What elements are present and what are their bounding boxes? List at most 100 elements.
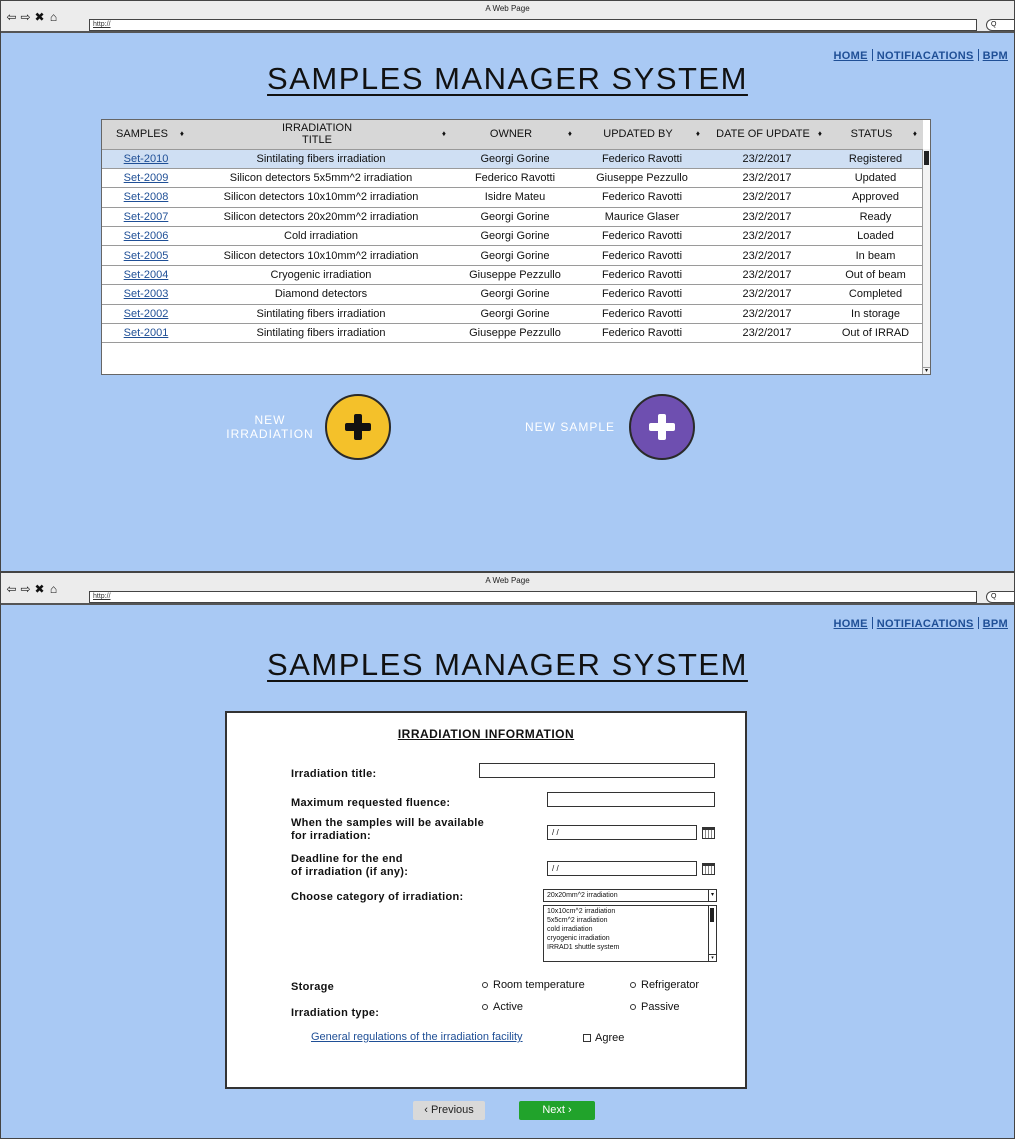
type-passive-radio[interactable]: Passive	[630, 1001, 680, 1013]
sample-link[interactable]: Set-2006	[124, 230, 169, 242]
category-option[interactable]: IRRAD1 shuttle system	[547, 943, 713, 952]
table-row[interactable]: Set-2003 Diamond detectors Georgi Gorine…	[102, 284, 923, 305]
calendar-icon[interactable]	[702, 863, 715, 875]
sort-icon[interactable]: ♦	[180, 129, 184, 138]
category-option[interactable]: cold irradiation	[547, 925, 713, 934]
new-irradiation-button[interactable]	[325, 394, 391, 460]
table-scrollbar[interactable]: ▾	[922, 149, 930, 374]
storage-room-temperature-radio[interactable]: Room temperature	[482, 979, 585, 991]
agree-label: Agree	[595, 1032, 625, 1044]
radio-icon	[630, 982, 636, 988]
home-icon[interactable]: ⌂	[48, 11, 59, 23]
next-button[interactable]: Next ›	[519, 1101, 595, 1120]
scroll-down-icon[interactable]: ▾	[923, 367, 930, 374]
url-input[interactable]: http://	[89, 19, 977, 31]
sort-icon[interactable]: ♦	[568, 129, 572, 138]
table-row[interactable]: Set-2009 Silicon detectors 5x5mm^2 irrad…	[102, 168, 923, 189]
top-nav: HOME NOTIFIACATIONS BPM	[834, 617, 1008, 630]
table-row[interactable]: Set-2008 Silicon detectors 10x10mm^2 irr…	[102, 187, 923, 208]
bpm-link[interactable]: BPM	[983, 618, 1008, 630]
fluence-input[interactable]	[547, 792, 715, 807]
sort-icon[interactable]: ♦	[696, 129, 700, 138]
samples-table: SAMPLES ♦ IRRADIATION TITLE ♦ OWNER ♦ UPDAT…	[101, 119, 931, 375]
table-row[interactable]: Set-2005 Silicon detectors 10x10mm^2 irr…	[102, 245, 923, 266]
table-row[interactable]: Set-2004 Cryogenic irradiation Giuseppe …	[102, 265, 923, 286]
column-header-samples[interactable]: SAMPLES ♦	[102, 120, 190, 150]
sample-link[interactable]: Set-2008	[124, 191, 169, 203]
category-label: Choose category of irradiation:	[291, 891, 464, 903]
owner-cell: Georgi Gorine	[452, 226, 578, 247]
status-cell: Loaded	[828, 226, 923, 247]
sample-cell: Set-2005	[102, 245, 190, 266]
irradiation-title-input[interactable]	[479, 763, 715, 778]
page-title: SAMPLES MANAGER SYSTEM	[1, 647, 1014, 683]
scrollbar-thumb[interactable]	[710, 908, 714, 922]
column-header-title[interactable]: IRRADIATION TITLE ♦	[190, 120, 452, 150]
url-input[interactable]: http://	[89, 591, 977, 603]
column-header-date[interactable]: DATE OF UPDATE ♦	[706, 120, 828, 150]
close-icon[interactable]: ✖	[34, 11, 45, 23]
new-sample-button[interactable]	[629, 394, 695, 460]
home-icon[interactable]: ⌂	[48, 583, 59, 595]
sample-link[interactable]: Set-2004	[124, 269, 169, 281]
close-icon[interactable]: ✖	[34, 583, 45, 595]
scrollbar-thumb[interactable]	[924, 151, 929, 165]
column-header-status[interactable]: STATUS ♦	[828, 120, 923, 150]
search-icon: Q	[991, 593, 997, 600]
new-sample-action[interactable]: NEW SAMPLE	[511, 394, 695, 460]
sort-icon[interactable]: ♦	[913, 129, 917, 138]
listbox-scrollbar[interactable]: ▾	[708, 906, 716, 961]
deadline-label-line2: of irradiation (if any):	[291, 866, 409, 878]
owner-cell: Federico Ravotti	[452, 168, 578, 189]
table-row[interactable]: Set-2001 Sintilating fibers irradiation …	[102, 323, 923, 344]
forward-icon[interactable]: ⇨	[20, 11, 31, 23]
column-header-label: OWNER	[489, 128, 533, 141]
deadline-date-input[interactable]: / /	[547, 861, 697, 876]
agree-checkbox[interactable]: Agree	[583, 1032, 624, 1044]
nav-divider	[977, 617, 979, 629]
sample-link[interactable]: Set-2005	[124, 250, 169, 262]
browser-search-field[interactable]: Q	[986, 591, 1014, 603]
chevron-down-icon[interactable]: ▾	[708, 890, 716, 901]
sort-icon[interactable]: ♦	[818, 129, 822, 138]
sample-link[interactable]: Set-2003	[124, 288, 169, 300]
notifications-link[interactable]: NOTIFIACATIONS	[877, 618, 974, 630]
owner-cell: Georgi Gorine	[452, 149, 578, 169]
column-header-updated-by[interactable]: UPDATED BY ♦	[578, 120, 706, 150]
radio-label: Active	[493, 1001, 523, 1013]
forward-icon[interactable]: ⇨	[20, 583, 31, 595]
column-header-label: DATE OF UPDATE	[716, 128, 810, 141]
table-row[interactable]: Set-2002 Sintilating fibers irradiation …	[102, 304, 923, 325]
home-link[interactable]: HOME	[834, 618, 868, 630]
owner-cell: Georgi Gorine	[452, 284, 578, 305]
table-row[interactable]: Set-2007 Silicon detectors 20x20mm^2 irr…	[102, 207, 923, 228]
sample-link[interactable]: Set-2007	[124, 211, 169, 223]
table-row[interactable]: Set-2006 Cold irradiation Georgi Gorine …	[102, 226, 923, 247]
back-icon[interactable]: ⇦	[6, 11, 17, 23]
new-irradiation-action[interactable]: NEW IRRADIATION	[215, 394, 391, 460]
previous-button[interactable]: ‹ Previous	[413, 1101, 485, 1120]
category-listbox[interactable]: 10x10cm^2 irradiation 5x5cm^2 irradiatio…	[543, 905, 717, 962]
title-cell: Sintilating fibers irradiation	[190, 323, 452, 344]
calendar-icon[interactable]	[702, 827, 715, 839]
scroll-down-icon[interactable]: ▾	[709, 954, 716, 961]
sample-link[interactable]: Set-2010	[124, 153, 169, 165]
category-select[interactable]: 20x20mm^2 irradiation ▾	[543, 889, 717, 902]
category-option[interactable]: 10x10cm^2 irradiation	[547, 907, 713, 916]
updated-by-cell: Federico Ravotti	[578, 265, 706, 286]
back-icon[interactable]: ⇦	[6, 583, 17, 595]
category-option[interactable]: cryogenic irradiation	[547, 934, 713, 943]
table-row[interactable]: Set-2010 Sintilating fibers irradiation …	[102, 149, 923, 169]
search-icon: Q	[991, 21, 997, 28]
type-active-radio[interactable]: Active	[482, 1001, 523, 1013]
available-date-input[interactable]: / /	[547, 825, 697, 840]
storage-refrigerator-radio[interactable]: Refrigerator	[630, 979, 699, 991]
column-header-owner[interactable]: OWNER ♦	[452, 120, 578, 150]
sample-link[interactable]: Set-2002	[124, 308, 169, 320]
sort-icon[interactable]: ♦	[442, 129, 446, 138]
category-option[interactable]: 5x5cm^2 irradiation	[547, 916, 713, 925]
regulations-link[interactable]: General regulations of the irradiation f…	[311, 1031, 523, 1043]
browser-search-field[interactable]: Q	[986, 19, 1014, 31]
sample-link[interactable]: Set-2009	[124, 172, 169, 184]
sample-link[interactable]: Set-2001	[124, 327, 169, 339]
